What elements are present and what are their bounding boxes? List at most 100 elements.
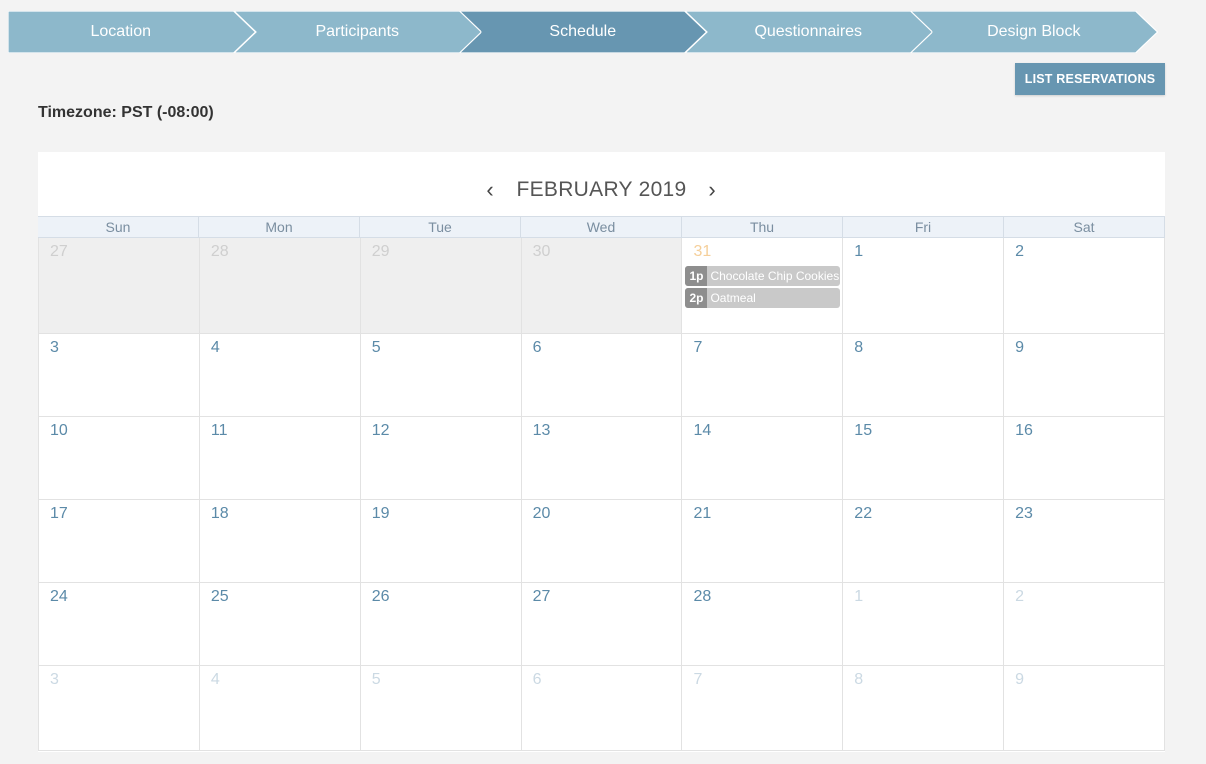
calendar-day-cell[interactable]: 19: [361, 500, 522, 582]
day-number: 8: [854, 671, 864, 688]
event-time: 2p: [685, 288, 708, 308]
day-number: 16: [1015, 422, 1033, 439]
calendar-day-cell[interactable]: 16: [1004, 417, 1166, 499]
calendar-day-cell[interactable]: 1: [843, 583, 1005, 665]
calendar-week-row: 10 11 12 13 14 15 16: [38, 417, 1166, 500]
calendar-event[interactable]: 2p Oatmeal: [685, 288, 841, 308]
calendar-grid: 27 28 29 30 31 1p Chocolate Chip Cookies 2p Oatm…: [38, 238, 1166, 751]
day-number: 3: [50, 671, 59, 688]
calendar-day-cell[interactable]: 17: [38, 500, 200, 582]
calendar-day-cell[interactable]: 29: [360, 238, 522, 333]
wizard-step-location[interactable]: Location: [8, 11, 256, 53]
day-number: 8: [854, 339, 864, 356]
day-number: 30: [532, 243, 551, 260]
calendar-day-cell[interactable]: 7: [682, 666, 844, 750]
day-number: 2: [1015, 588, 1025, 605]
calendar-day-cell[interactable]: 26: [361, 583, 522, 665]
wizard-step-label: Design Block: [987, 23, 1081, 40]
weekday-header: Sun Mon Tue Wed Thu Fri Sat: [38, 216, 1165, 238]
day-number: 29: [371, 243, 390, 260]
wizard-step-design-block[interactable]: Design Block: [910, 11, 1158, 53]
calendar-day-cell[interactable]: 5: [361, 666, 522, 750]
day-number: 17: [50, 505, 68, 522]
calendar-day-cell[interactable]: 15: [843, 417, 1005, 499]
calendar-week-row: 3 4 5 6 7 8 9: [38, 334, 1166, 417]
day-number: 20: [532, 505, 551, 522]
wizard-steps: Location Participants Schedule Questionnair…: [8, 11, 1196, 53]
timezone-label: Timezone: PST (-08:00): [38, 104, 214, 121]
day-number: 13: [532, 422, 551, 439]
calendar-day-cell[interactable]: 6: [522, 666, 683, 750]
day-number: 7: [693, 671, 703, 688]
calendar-day-cell[interactable]: 28: [199, 238, 361, 333]
weekday-thu: Thu: [682, 217, 843, 237]
day-number: 1: [854, 588, 864, 605]
day-number: 25: [210, 588, 229, 605]
calendar-day-cell[interactable]: 3: [38, 666, 200, 750]
wizard-step-label: Schedule: [549, 23, 617, 40]
day-number: 14: [693, 422, 712, 439]
calendar-day-cell[interactable]: 27: [38, 238, 200, 333]
wizard-step-label: Questionnaires: [754, 23, 863, 40]
calendar-day-cell[interactable]: 5: [361, 334, 522, 416]
calendar-day-cell[interactable]: 4: [200, 666, 361, 750]
calendar-day-cell[interactable]: 21: [682, 500, 844, 582]
day-number: 6: [532, 671, 542, 688]
weekday-sat: Sat: [1004, 217, 1165, 237]
calendar-day-cell[interactable]: 14: [682, 417, 844, 499]
day-number: 3: [50, 339, 59, 356]
day-number: 2: [1015, 243, 1025, 260]
calendar-day-cell[interactable]: 9: [1004, 666, 1166, 750]
calendar-day-cell[interactable]: 31 1p Chocolate Chip Cookies 2p Oatmeal: [682, 238, 844, 333]
day-number: 31: [693, 243, 712, 260]
list-reservations-button[interactable]: LIST RESERVATIONS: [1015, 63, 1165, 95]
weekday-mon: Mon: [199, 217, 360, 237]
weekday-tue: Tue: [360, 217, 521, 237]
wizard-step-participants[interactable]: Participants: [233, 11, 481, 53]
day-number: 9: [1015, 339, 1025, 356]
calendar-day-cell[interactable]: 9: [1004, 334, 1166, 416]
calendar-week-row: 3 4 5 6 7 8 9: [38, 666, 1166, 751]
calendar-day-cell[interactable]: 4: [200, 334, 361, 416]
calendar-day-cell[interactable]: 8: [843, 334, 1005, 416]
next-month-button[interactable]: ›: [702, 177, 722, 202]
calendar-day-cell[interactable]: 10: [38, 417, 200, 499]
calendar-day-cell[interactable]: 23: [1004, 500, 1166, 582]
calendar-day-cell[interactable]: 27: [522, 583, 683, 665]
weekday-sun: Sun: [38, 217, 199, 237]
day-number: 4: [210, 671, 220, 688]
calendar-week-row: 24 25 26 27 28 1 2: [38, 583, 1166, 666]
day-number: 6: [532, 339, 542, 356]
calendar-day-cell[interactable]: 18: [200, 500, 361, 582]
calendar-day-cell[interactable]: 11: [200, 417, 361, 499]
calendar-day-cell[interactable]: 2: [1004, 238, 1166, 333]
calendar-day-cell[interactable]: 25: [200, 583, 361, 665]
day-number: 23: [1015, 505, 1033, 522]
event-title: Chocolate Chip Cookies: [710, 269, 840, 283]
calendar-day-cell[interactable]: 30: [521, 238, 683, 333]
calendar-day-cell[interactable]: 13: [522, 417, 683, 499]
day-number: 10: [50, 422, 68, 439]
calendar: ‹ FEBRUARY 2019 › Sun Mon Tue Wed Thu Fri Sat …: [38, 152, 1166, 752]
day-number: 4: [210, 339, 220, 356]
calendar-title: FEBRUARY 2019: [516, 178, 687, 201]
calendar-day-cell[interactable]: 3: [38, 334, 200, 416]
calendar-day-cell[interactable]: 28: [682, 583, 844, 665]
calendar-event[interactable]: 1p Chocolate Chip Cookies: [685, 266, 841, 286]
calendar-day-cell[interactable]: 2: [1004, 583, 1166, 665]
calendar-day-cell[interactable]: 20: [522, 500, 683, 582]
day-number: 27: [532, 588, 551, 605]
day-number: 5: [371, 339, 381, 356]
day-number: 12: [371, 422, 390, 439]
calendar-day-cell[interactable]: 7: [682, 334, 844, 416]
day-number: 15: [854, 422, 873, 439]
calendar-day-cell[interactable]: 8: [843, 666, 1005, 750]
calendar-day-cell[interactable]: 12: [361, 417, 522, 499]
calendar-day-cell[interactable]: 24: [38, 583, 200, 665]
calendar-header: ‹ FEBRUARY 2019 ›: [38, 152, 1165, 216]
calendar-day-cell[interactable]: 6: [522, 334, 683, 416]
wizard-step-schedule[interactable]: Schedule: [459, 11, 707, 53]
calendar-day-cell[interactable]: 1: [843, 238, 1005, 333]
wizard-step-questionnaires[interactable]: Questionnaires: [684, 11, 932, 53]
calendar-day-cell[interactable]: 22: [843, 500, 1005, 582]
